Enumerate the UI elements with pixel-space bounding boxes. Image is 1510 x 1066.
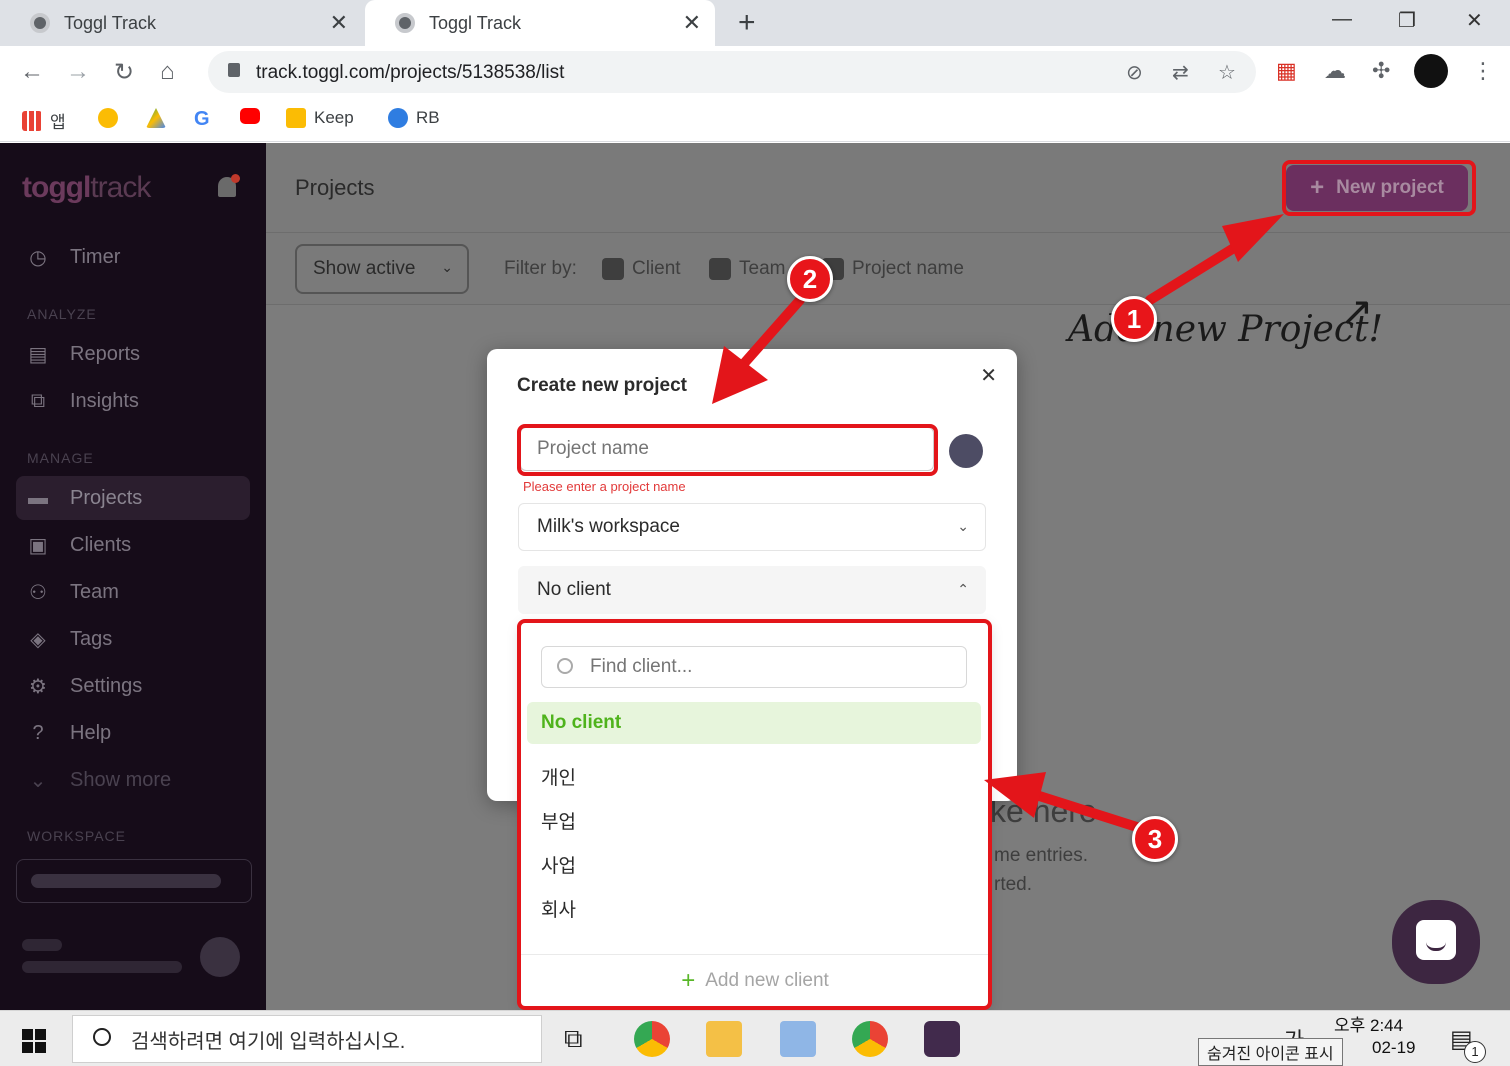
- task-view-icon[interactable]: ⧉: [564, 1023, 583, 1055]
- computer-icon[interactable]: [780, 1021, 816, 1057]
- clock-date: 02-19: [1372, 1038, 1416, 1057]
- taskbar-search[interactable]: 검색하려면 여기에 입력하십시오.: [72, 1015, 542, 1063]
- step-badge-3: 3: [1132, 816, 1178, 862]
- highlight-project-name: [517, 424, 938, 476]
- toggl-icon[interactable]: [924, 1021, 960, 1057]
- arrow-1: [1145, 214, 1284, 305]
- clock-time: 오후 2:44: [1334, 1016, 1404, 1035]
- file-explorer-icon[interactable]: [706, 1021, 742, 1057]
- step-badge-1: 1: [1111, 296, 1157, 342]
- highlight-client-dropdown: [517, 619, 992, 1010]
- arrow-2: [712, 295, 805, 404]
- tooltip: 숨겨진 아이콘 표시: [1198, 1038, 1343, 1066]
- windows-start-icon[interactable]: [22, 1029, 46, 1053]
- step-badge-2: 2: [787, 256, 833, 302]
- search-icon: [93, 1028, 111, 1046]
- chrome-icon[interactable]: [852, 1021, 888, 1057]
- notification-count: 1: [1464, 1041, 1486, 1063]
- chrome-icon[interactable]: [634, 1021, 670, 1057]
- highlight-new-project: [1282, 160, 1476, 216]
- arrow-3: [984, 772, 1145, 833]
- system-clock[interactable]: 오후 2:44 02-19: [1334, 1015, 1415, 1059]
- taskbar-search-placeholder: 검색하려면 여기에 입력하십시오.: [131, 1030, 406, 1053]
